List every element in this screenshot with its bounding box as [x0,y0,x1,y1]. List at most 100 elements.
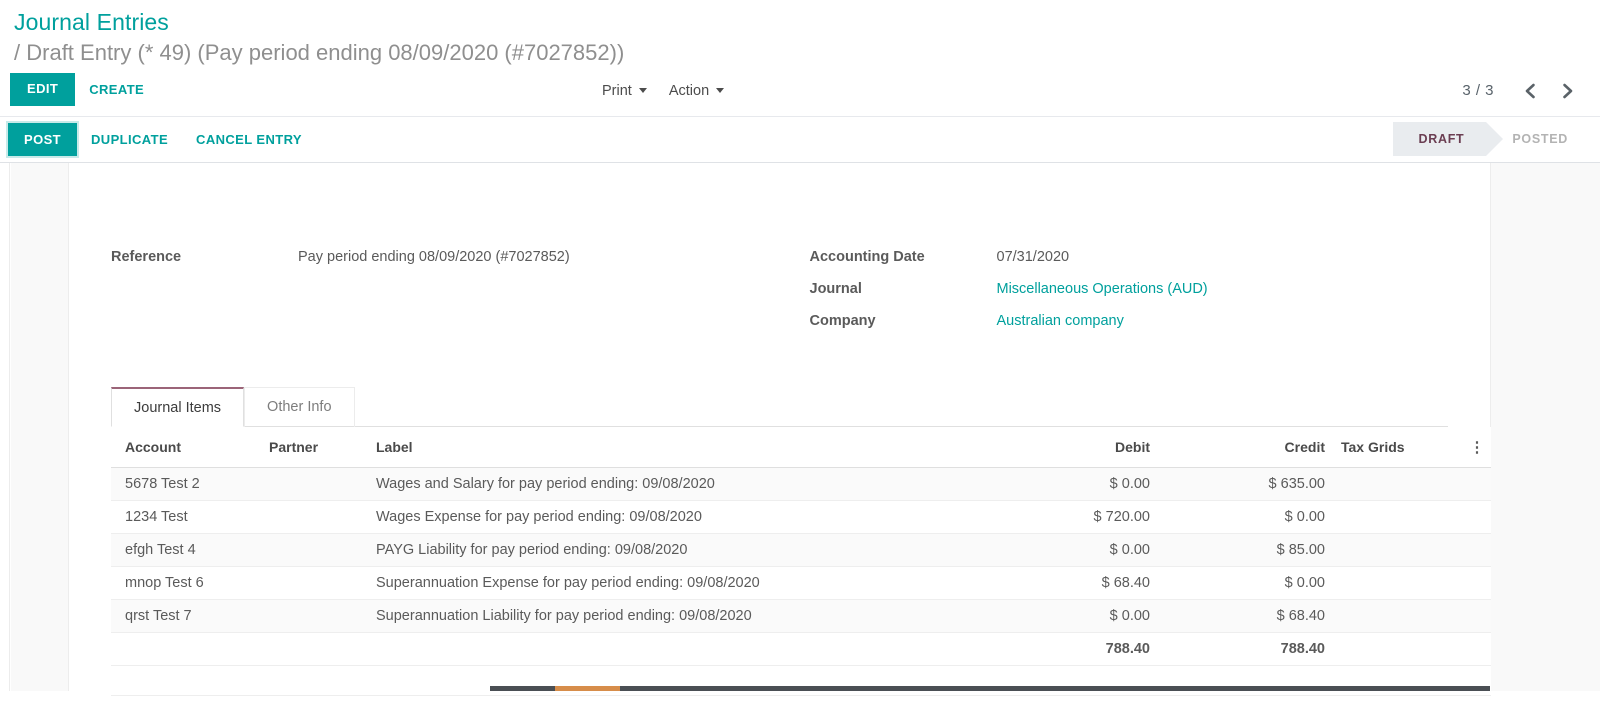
cell-account[interactable]: qrst Test 7 [111,599,261,632]
cell-credit[interactable]: $ 68.40 [1158,599,1333,632]
print-dropdown[interactable]: Print [600,79,649,103]
pager-previous-button[interactable] [1514,79,1547,103]
cell-account[interactable]: 5678 Test 2 [111,467,261,500]
field-group-left: Reference Pay period ending 08/09/2020 (… [111,249,780,345]
cell-spacer [1463,599,1491,632]
totals-spacer-cell [1463,632,1491,665]
cell-partner[interactable] [261,500,368,533]
tab-journal-items[interactable]: Journal Items [111,387,244,427]
print-dropdown-label: Print [602,83,632,99]
cell-debit[interactable]: $ 68.40 [968,566,1158,599]
cell-debit[interactable]: $ 0.00 [968,533,1158,566]
breadcrumb-separator: / [14,40,20,65]
cell-tax-grids[interactable] [1333,500,1463,533]
field-accounting-date: Accounting Date 07/31/2020 [810,249,1449,273]
chevron-right-icon [1559,81,1576,101]
column-header-credit[interactable]: Credit [1158,427,1333,468]
cell-spacer [1463,500,1491,533]
column-header-label[interactable]: Label [368,427,968,468]
vertical-dots-icon: ⋮ [1470,440,1485,455]
cell-tax-grids[interactable] [1333,533,1463,566]
breadcrumb-current-label: Draft Entry (* 49) (Pay period ending 08… [26,40,624,65]
optional-columns-toggle[interactable]: ⋮ [1463,427,1491,468]
cell-spacer [1463,533,1491,566]
pager-next-button[interactable] [1551,79,1584,103]
cancel-entry-button[interactable]: CANCEL ENTRY [182,124,316,155]
cell-credit[interactable]: $ 0.00 [1158,566,1333,599]
caret-down-icon [716,88,724,93]
cell-partner[interactable] [261,533,368,566]
column-header-debit[interactable]: Debit [968,427,1158,468]
cell-label[interactable]: Wages and Salary for pay period ending: … [368,467,968,500]
cell-partner[interactable] [261,566,368,599]
cell-debit[interactable]: $ 0.00 [968,467,1158,500]
field-reference: Reference Pay period ending 08/09/2020 (… [111,249,780,273]
field-company-label: Company [810,313,997,329]
cell-tax-grids[interactable] [1333,566,1463,599]
duplicate-button[interactable]: DUPLICATE [77,124,182,155]
column-header-account[interactable]: Account [111,427,261,468]
cell-label[interactable]: Superannuation Expense for pay period en… [368,566,968,599]
cell-account[interactable]: mnop Test 6 [111,566,261,599]
field-company-value[interactable]: Australian company [997,313,1124,329]
table-row[interactable]: efgh Test 4 PAYG Liability for pay perio… [111,533,1491,566]
field-accounting-date-value[interactable]: 07/31/2020 [997,249,1070,265]
table-row[interactable]: qrst Test 7 Superannuation Liability for… [111,599,1491,632]
form-left-gutter [11,163,68,691]
journal-items-body: 5678 Test 2 Wages and Salary for pay per… [111,467,1491,695]
cell-credit[interactable]: $ 635.00 [1158,467,1333,500]
left-edge-strip [0,163,10,691]
cell-partner[interactable] [261,599,368,632]
tab-other-info[interactable]: Other Info [244,387,354,427]
create-button[interactable]: CREATE [75,74,158,105]
field-accounting-date-label: Accounting Date [810,249,997,265]
table-row[interactable]: mnop Test 6 Superannuation Expense for p… [111,566,1491,599]
pager: 3 / 3 [1462,79,1584,103]
cell-tax-grids[interactable] [1333,599,1463,632]
chevron-left-icon [1522,81,1539,101]
cell-debit[interactable]: $ 0.00 [968,599,1158,632]
field-company: Company Australian company [810,313,1449,337]
action-dropdown-label: Action [669,83,709,99]
cell-debit[interactable]: $ 720.00 [968,500,1158,533]
cell-credit[interactable]: $ 85.00 [1158,533,1333,566]
pager-counter: 3 / 3 [1462,82,1510,99]
cell-tax-grids[interactable] [1333,467,1463,500]
cell-account[interactable]: efgh Test 4 [111,533,261,566]
table-row[interactable]: 1234 Test Wages Expense for pay period e… [111,500,1491,533]
control-panel: Journal Entries / Draft Entry (* 49) (Pa… [0,0,1600,163]
form-sheet: Reference Pay period ending 08/09/2020 (… [68,163,1491,691]
column-header-partner[interactable]: Partner [261,427,368,468]
totals-label-cell [368,632,968,665]
cell-partner[interactable] [261,467,368,500]
status-stages: DRAFT POSTED [1393,122,1590,156]
bottom-clipped-bar [490,686,1490,691]
totals-tax-cell [1333,632,1463,665]
totals-credit: 788.40 [1158,632,1333,665]
action-dropdown[interactable]: Action [667,79,726,103]
table-empty-row [111,665,1491,695]
cell-label[interactable]: Wages Expense for pay period ending: 09/… [368,500,968,533]
cell-label[interactable]: Superannuation Liability for pay period … [368,599,968,632]
totals-account-cell [111,632,261,665]
field-journal-value[interactable]: Miscellaneous Operations (AUD) [997,281,1208,297]
field-journal-label: Journal [810,281,997,297]
cell-spacer [1463,566,1491,599]
status-stage-draft[interactable]: DRAFT [1393,122,1487,156]
journal-items-table: Account Partner Label Debit Credit Tax G… [111,427,1491,696]
cell-account[interactable]: 1234 Test [111,500,261,533]
cell-spacer [1463,467,1491,500]
cell-label[interactable]: PAYG Liability for pay period ending: 09… [368,533,968,566]
field-journal: Journal Miscellaneous Operations (AUD) [810,281,1449,305]
column-header-tax-grids[interactable]: Tax Grids [1333,427,1463,468]
cell-credit[interactable]: $ 0.00 [1158,500,1333,533]
post-button[interactable]: POST [8,123,77,156]
totals-partner-cell [261,632,368,665]
notebook-tabs: Journal Items Other Info [111,387,1448,427]
field-reference-value[interactable]: Pay period ending 08/09/2020 (#7027852) [298,249,570,265]
edit-button[interactable]: EDIT [10,73,75,105]
breadcrumb-root-link[interactable]: Journal Entries [14,10,1600,39]
table-row[interactable]: 5678 Test 2 Wages and Salary for pay per… [111,467,1491,500]
field-reference-label: Reference [111,249,298,265]
table-header-row: Account Partner Label Debit Credit Tax G… [111,427,1491,468]
